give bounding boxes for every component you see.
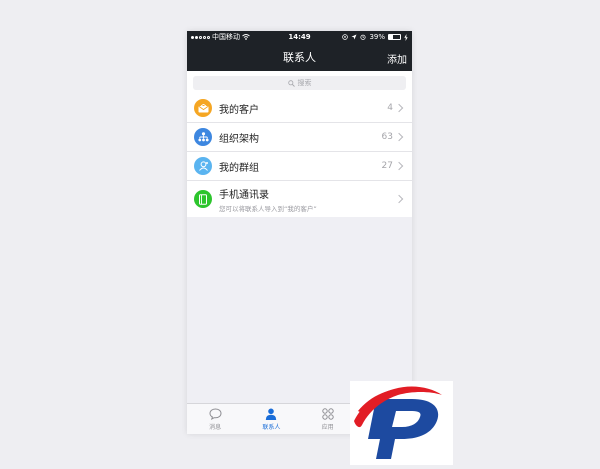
charging-icon bbox=[404, 33, 408, 41]
battery-percent: 39% bbox=[369, 33, 385, 41]
phonebook-icon bbox=[194, 190, 212, 208]
chevron-right-icon bbox=[394, 132, 404, 142]
group-icon bbox=[194, 157, 212, 175]
alarm-icon bbox=[360, 34, 366, 40]
list-item-count: 63 bbox=[381, 132, 393, 142]
list-item-my-groups[interactable]: 我的群组 27 bbox=[187, 152, 412, 181]
tab-messages[interactable]: 消息 bbox=[187, 404, 243, 434]
list-item-org-structure[interactable]: 组织架构 63 bbox=[187, 123, 412, 152]
status-bar: 中国移动 14:49 39% bbox=[187, 31, 412, 43]
list-item-label: 我的群组 bbox=[219, 162, 259, 174]
apps-grid-icon bbox=[321, 407, 334, 420]
search-input[interactable]: 搜索 bbox=[193, 76, 406, 90]
chevron-right-icon bbox=[394, 103, 404, 113]
chevron-right-icon bbox=[394, 161, 404, 171]
search-icon bbox=[287, 79, 295, 87]
battery-icon bbox=[388, 34, 401, 40]
search-container: 搜索 bbox=[187, 71, 412, 94]
list-item-phonebook[interactable]: 手机通讯录 您可以将联系人导入到“我的客户” bbox=[187, 181, 412, 217]
phone-screen: 中国移动 14:49 39% 联系人 添加 搜索 我的客户 4 组织架构 63 … bbox=[187, 31, 412, 434]
list-item-my-customers[interactable]: 我的客户 4 bbox=[187, 94, 412, 123]
brand-logo bbox=[350, 381, 453, 465]
rotation-lock-icon bbox=[342, 34, 349, 40]
page-title: 联系人 bbox=[283, 51, 316, 64]
tab-label: 联系人 bbox=[262, 423, 281, 431]
tab-label: 应用 bbox=[321, 423, 334, 431]
add-button[interactable]: 添加 bbox=[387, 51, 407, 66]
list-item-label: 手机通讯录 bbox=[219, 189, 269, 201]
tab-label: 消息 bbox=[209, 423, 222, 431]
list-item-count: 27 bbox=[381, 161, 393, 171]
location-arrow-icon bbox=[351, 34, 357, 40]
customer-envelope-icon bbox=[194, 99, 212, 117]
list-item-count: 4 bbox=[387, 103, 393, 113]
person-icon bbox=[266, 408, 277, 420]
list-item-label: 组织架构 bbox=[219, 133, 259, 145]
list-item-subtitle: 您可以将联系人导入到“我的客户” bbox=[219, 204, 317, 213]
tab-apps[interactable]: 应用 bbox=[300, 404, 356, 434]
tab-contacts[interactable]: 联系人 bbox=[243, 404, 299, 434]
contact-category-list: 我的客户 4 组织架构 63 我的群组 27 手机通讯录 您可以将联系人导入到“… bbox=[187, 94, 412, 217]
chevron-right-icon bbox=[394, 194, 404, 204]
chat-bubble-icon bbox=[209, 407, 222, 420]
list-item-label: 我的客户 bbox=[219, 104, 259, 116]
search-placeholder: 搜索 bbox=[297, 79, 312, 87]
org-structure-icon bbox=[194, 128, 212, 146]
nav-bar: 联系人 添加 bbox=[187, 43, 412, 71]
